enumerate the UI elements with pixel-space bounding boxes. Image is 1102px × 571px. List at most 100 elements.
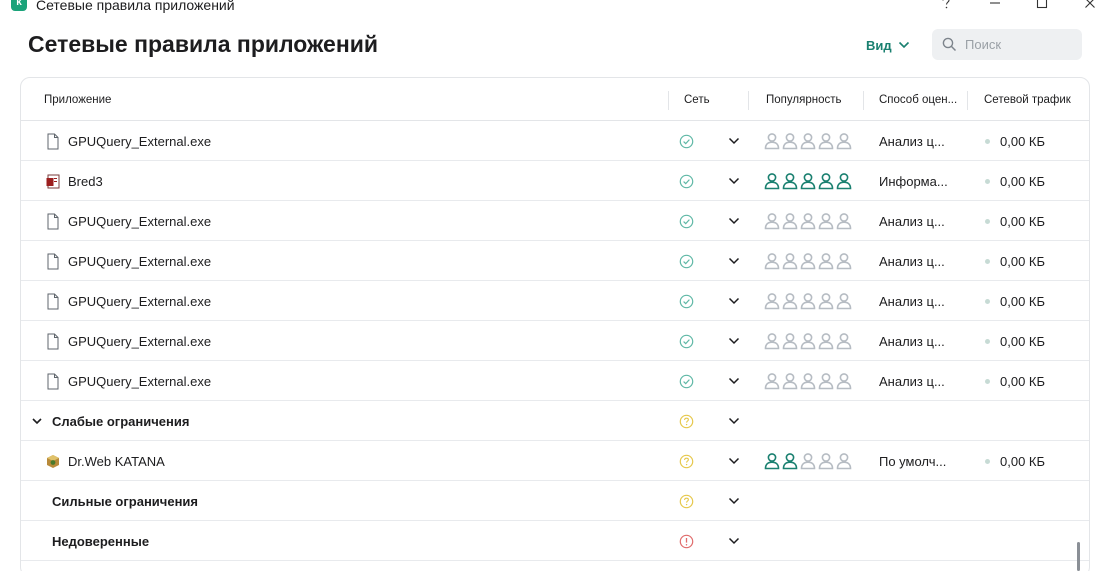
network-dropdown-chevron-icon[interactable] [726,174,742,188]
app-name: GPUQuery_External.exe [68,253,212,269]
table-row[interactable]: GPUQuery_External.exe Анализ ц... 0,00 КБ [21,121,1089,161]
chevron-down-icon[interactable] [30,414,44,428]
person-icon [836,172,852,190]
network-dropdown-chevron-icon[interactable] [726,294,742,308]
popularity-rating [764,292,852,310]
person-icon [818,252,834,270]
traffic-indicator [985,379,990,384]
network-dropdown-chevron-icon[interactable] [726,134,742,148]
group-row[interactable]: Сильные ограничения [21,481,1089,521]
column-header-traffic[interactable]: Сетевой трафик [984,78,1071,121]
person-icon [800,292,816,310]
app-name: GPUQuery_External.exe [68,293,212,309]
bred-app-icon [45,173,61,190]
network-dropdown-chevron-icon[interactable] [726,534,742,548]
page-title: Сетевые правила приложений [28,31,379,57]
table-row[interactable]: GPUQuery_External.exe Анализ ц... 0,00 КБ [21,201,1089,241]
table-row[interactable]: GPUQuery_External.exe Анализ ц... 0,00 КБ [21,281,1089,321]
file-icon [45,253,61,270]
person-icon [764,252,780,270]
evaluation-method: Анализ ц... [879,253,945,269]
app-name: GPUQuery_External.exe [68,213,212,229]
network-traffic: 0,00 КБ [1000,173,1046,189]
person-icon [782,252,798,270]
file-icon [45,373,61,390]
table-row[interactable]: Dr.Web KATANA По умолч... 0,00 КБ [21,441,1089,481]
traffic-indicator [985,299,990,304]
column-divider[interactable] [863,91,864,110]
minimize-icon[interactable] [984,0,1006,12]
status-allowed-icon [679,334,694,349]
network-dropdown-chevron-icon[interactable] [726,494,742,508]
person-icon [800,132,816,150]
network-traffic: 0,00 КБ [1000,453,1046,469]
person-icon [836,372,852,390]
vertical-scrollbar[interactable] [1077,542,1080,571]
person-icon [764,292,780,310]
network-dropdown-chevron-icon[interactable] [726,374,742,388]
column-header-network[interactable]: Сеть [684,78,710,121]
person-icon [800,332,816,350]
network-dropdown-chevron-icon[interactable] [726,214,742,228]
network-dropdown-chevron-icon[interactable] [726,254,742,268]
network-traffic: 0,00 КБ [1000,373,1046,389]
column-divider[interactable] [668,91,669,110]
person-icon [764,172,780,190]
network-dropdown-chevron-icon[interactable] [726,454,742,468]
column-divider[interactable] [967,91,968,110]
person-icon [782,292,798,310]
network-traffic: 0,00 КБ [1000,213,1046,229]
table-row[interactable]: GPUQuery_External.exe Анализ ц... 0,00 КБ [21,361,1089,401]
close-icon[interactable] [1079,0,1101,12]
group-row[interactable]: Слабые ограничения [21,401,1089,441]
person-icon [836,452,852,470]
group-name: Недоверенные [52,533,150,549]
app-name: Dr.Web KATANA [68,453,165,469]
popularity-rating [764,372,852,390]
column-divider[interactable] [748,91,749,110]
popularity-rating [764,172,852,190]
evaluation-method: Анализ ц... [879,373,945,389]
maximize-icon[interactable] [1031,0,1053,12]
person-icon [782,172,798,190]
evaluation-method: Анализ ц... [879,213,945,229]
group-row[interactable]: Недоверенные [21,521,1089,561]
evaluation-method: Анализ ц... [879,133,945,149]
drweb-app-icon [45,453,61,470]
column-header-app[interactable]: Приложение [44,78,111,121]
table-body: GPUQuery_External.exe Анализ ц... 0,00 КБ B… [21,121,1089,561]
title-bar: k Сетевые правила приложений [0,0,1102,14]
table-row[interactable]: GPUQuery_External.exe Анализ ц... 0,00 КБ [21,321,1089,361]
app-name: Bred3 [68,173,103,189]
evaluation-method: По умолч... [879,453,947,469]
person-icon [818,292,834,310]
network-dropdown-chevron-icon[interactable] [726,414,742,428]
search-box[interactable] [932,29,1082,60]
person-icon [800,452,816,470]
table-row[interactable]: GPUQuery_External.exe Анализ ц... 0,00 КБ [21,241,1089,281]
table-header: Приложение Сеть Популярность Способ оцен… [21,78,1089,121]
traffic-indicator [985,259,990,264]
search-icon [942,37,957,52]
person-icon [782,372,798,390]
view-menu-button[interactable]: Вид [866,36,910,54]
column-header-method[interactable]: Способ оцен... [879,78,957,121]
person-icon [782,452,798,470]
network-dropdown-chevron-icon[interactable] [726,334,742,348]
window-title: Сетевые правила приложений [36,0,235,13]
search-input[interactable] [965,37,1065,52]
person-icon [782,132,798,150]
status-question-icon [679,454,694,469]
network-traffic: 0,00 КБ [1000,133,1046,149]
traffic-indicator [985,179,990,184]
status-warning-icon [679,534,694,549]
help-icon[interactable] [935,0,957,12]
person-icon [818,332,834,350]
column-header-popularity[interactable]: Популярность [766,78,841,121]
network-traffic: 0,00 КБ [1000,333,1046,349]
popularity-rating [764,452,852,470]
person-icon [764,332,780,350]
table-row[interactable]: Bred3 Информа... 0,00 КБ [21,161,1089,201]
person-icon [836,252,852,270]
group-name: Слабые ограничения [52,413,190,429]
